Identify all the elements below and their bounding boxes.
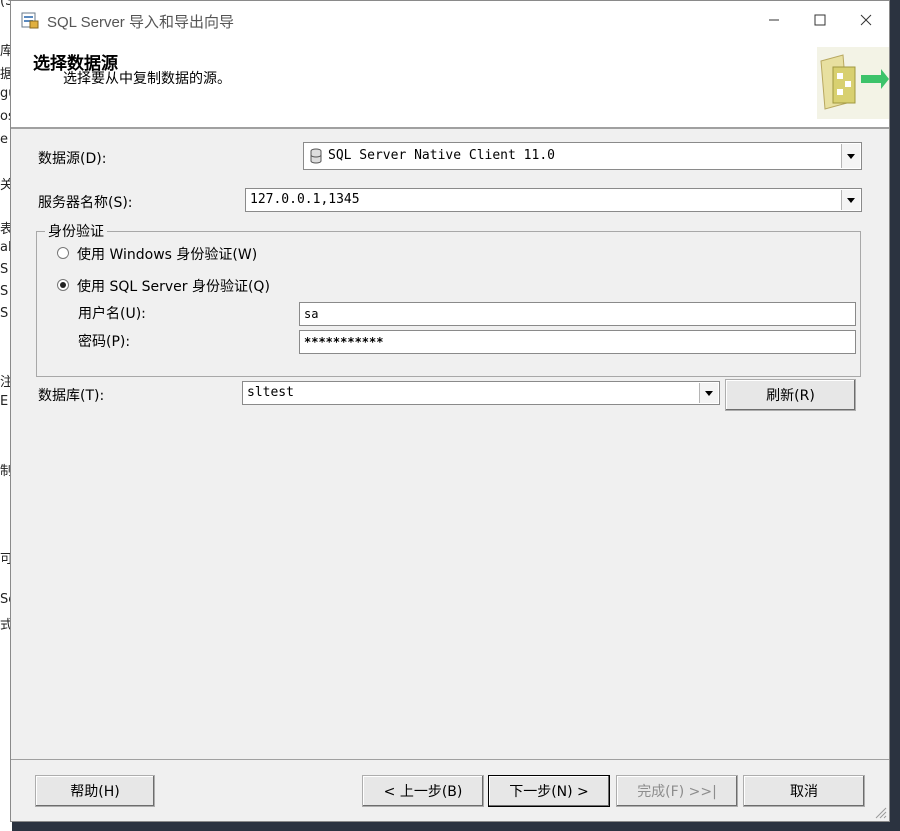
server-name-dropdown-arrow[interactable] [841, 190, 860, 210]
close-icon [860, 14, 872, 26]
database-icon [310, 148, 322, 164]
next-button[interactable]: 下一步(N) > [488, 775, 610, 807]
authentication-group-title: 身份验证 [45, 221, 107, 241]
database-dropdown-arrow[interactable] [699, 383, 718, 403]
sql-auth-label[interactable]: 使用 SQL Server 身份验证(Q) [77, 276, 270, 296]
authentication-groupbox: 身份验证 使用 Windows 身份验证(W) 使用 SQL Server 身份… [36, 221, 861, 377]
minimize-button[interactable] [751, 1, 797, 39]
maximize-button[interactable] [797, 1, 843, 39]
close-button[interactable] [843, 1, 889, 39]
title-bar[interactable]: SQL Server 导入和导出向导 [11, 1, 889, 39]
window-title: SQL Server 导入和导出向导 [47, 14, 234, 31]
server-name-value: 127.0.0.1,1345 [250, 192, 360, 207]
background-text: S [0, 284, 9, 299]
footer-divider [11, 759, 889, 760]
maximize-icon [814, 14, 826, 26]
minimize-icon [769, 19, 779, 21]
refresh-button[interactable]: 刷新(R) [725, 379, 856, 411]
username-label: 用户名(U): [78, 306, 146, 322]
background-text: e [0, 132, 8, 147]
background-text: S [0, 306, 9, 321]
password-input[interactable]: *********** [299, 330, 856, 354]
windows-auth-radio[interactable] [57, 247, 69, 259]
server-name-label: 服务器名称(S): [38, 195, 133, 211]
wizard-app-icon [21, 12, 39, 29]
sql-auth-radio[interactable] [57, 279, 69, 291]
resize-grip-icon[interactable] [873, 805, 887, 819]
server-name-combo[interactable]: 127.0.0.1,1345 [245, 188, 862, 212]
username-input[interactable]: sa [299, 302, 856, 326]
background-text: S [0, 262, 9, 277]
chevron-down-icon [847, 197, 855, 203]
password-value: *********** [304, 335, 384, 349]
background-text: E [0, 394, 9, 409]
datasource-dropdown-arrow[interactable] [841, 144, 860, 168]
chevron-down-icon [847, 153, 855, 159]
chevron-down-icon [705, 390, 713, 396]
database-label: 数据库(T): [38, 388, 105, 404]
database-combo[interactable]: sltest [242, 381, 720, 405]
datasource-select[interactable]: SQL Server Native Client 11.0 [303, 142, 862, 170]
wizard-header-graphic-icon [817, 47, 889, 119]
page-subtitle: 选择要从中复制数据的源。 [63, 71, 231, 87]
import-export-wizard-dialog: SQL Server 导入和导出向导 选择数据源 选择要从中复制数据的源。 数据… [10, 0, 890, 822]
datasource-label: 数据源(D): [38, 151, 107, 167]
back-button[interactable]: < 上一步(B) [362, 775, 484, 807]
help-button[interactable]: 帮助(H) [35, 775, 155, 807]
cancel-button[interactable]: 取消 [743, 775, 865, 807]
database-value: sltest [247, 385, 294, 400]
windows-auth-label[interactable]: 使用 Windows 身份验证(W) [77, 244, 257, 264]
username-value: sa [304, 307, 319, 321]
datasource-value: SQL Server Native Client 11.0 [328, 148, 555, 163]
password-label: 密码(P): [78, 334, 131, 350]
wizard-header: 选择数据源 选择要从中复制数据的源。 [11, 39, 889, 129]
finish-button[interactable]: 完成(F) >>| [616, 775, 738, 807]
